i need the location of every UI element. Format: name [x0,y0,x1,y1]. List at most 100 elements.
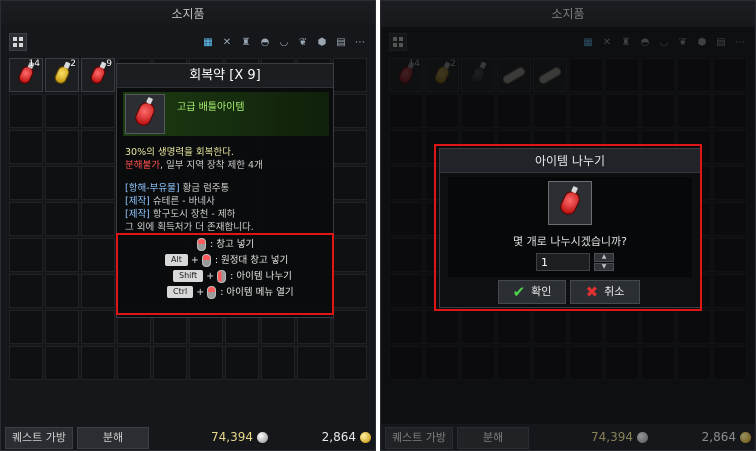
silver-value: 74,394 [591,430,633,444]
inventory-slot[interactable] [81,130,115,164]
scroll-icon[interactable]: ▤ [334,35,348,49]
gold-coin-icon [740,431,751,443]
inventory-slot[interactable] [81,166,115,200]
inventory-slot[interactable] [333,238,367,272]
inventory-slot[interactable] [9,202,43,236]
inventory-slot[interactable] [45,310,79,344]
leaf-icon[interactable]: ❦ [296,35,310,49]
gold-amount: 2,864 [702,427,751,447]
inventory-slot[interactable] [45,130,79,164]
more-icon[interactable]: ⋯ [353,35,367,49]
decompose-button[interactable]: 분해 [457,427,529,449]
decompose-button[interactable]: 분해 [77,427,149,449]
inventory-slot[interactable] [9,274,43,308]
source-line: [항해-부유물] 황금 럼주통 [125,183,230,194]
left-click-icon [217,269,227,283]
inventory-slot[interactable] [333,94,367,128]
inventory-slot[interactable] [45,238,79,272]
inventory-slot[interactable]: 2 [45,58,79,92]
gold-value: 2,864 [701,430,736,444]
sort-grid-button[interactable] [9,33,27,51]
inventory-slot[interactable] [45,166,79,200]
quest-bag-button[interactable]: 퀘스트 가방 [5,427,73,449]
silver-amount: 74,394 [211,427,268,447]
split-quantity-input[interactable] [536,253,590,271]
inventory-slot[interactable] [333,202,367,236]
dialog-title: 아이템 나누기 [440,149,700,173]
item-quantity: 9 [106,59,112,69]
item-grade: 고급 배틀아이템 [177,102,245,113]
inventory-slot[interactable] [81,274,115,308]
inventory-slot[interactable] [81,238,115,272]
inventory-slot[interactable] [9,346,43,380]
inventory-slot[interactable] [9,166,43,200]
inventory-footer: 퀘스트 가방 분해 74,394 2,864 [1,424,375,450]
cancel-button[interactable]: ✖ 취소 [570,280,640,304]
source-line: [제작] 항구도시 장천 - 제하 [125,209,236,220]
decrement-button[interactable]: ▼ [594,262,614,271]
inventory-slot[interactable] [45,202,79,236]
inventory-slot[interactable] [333,166,367,200]
item-tooltip: 회복약 [X 9] 고급 배틀아이템 30%의 생명력을 회복한다. 분해불가,… [116,63,334,318]
inventory-slot[interactable] [45,346,79,380]
split-question: 몇 개로 나누시겠습니까? [512,235,628,248]
close-icon: ✖ [585,283,599,301]
inventory-slot[interactable] [333,274,367,308]
help-row-alt: Alt + : 원정대 창고 넣기 [117,252,333,268]
inventory-title: 소지품 [381,1,755,27]
potion-icon [125,94,165,134]
gold-amount: 2,864 [322,427,371,447]
gem-icon[interactable]: ⬢ [315,35,329,49]
confirm-button[interactable]: ✔ 확인 [498,280,566,304]
gold-value: 2,864 [321,430,356,444]
inventory-slot[interactable] [9,94,43,128]
potion-icon [52,64,72,86]
alt-key: Alt [165,254,188,266]
gold-coin-icon [360,431,371,443]
inventory-slot[interactable] [117,346,151,380]
swords-icon[interactable]: ✕ [220,35,234,49]
inventory-slot[interactable] [153,346,187,380]
bowl-icon[interactable]: ◡ [277,35,291,49]
grid-icon[interactable]: ▦ [201,35,215,49]
inventory-slot[interactable] [333,130,367,164]
inventory-slot[interactable] [333,346,367,380]
inventory-slot[interactable] [81,94,115,128]
help-row-ctrl: Ctrl + : 아이템 메뉴 열기 [117,284,333,300]
inventory-slot[interactable]: 14 [9,58,43,92]
inventory-slot[interactable] [225,346,259,380]
hat-icon[interactable]: ◓ [258,35,272,49]
no-disassemble: 분해불가 [125,160,160,171]
tooltip-description: 30%의 생명력을 회복한다. 분해불가, 일부 지역 장착 제한 4개 [125,146,263,172]
quest-bag-button[interactable]: 퀘스트 가방 [385,427,453,449]
inventory-slot[interactable] [261,346,295,380]
armor-icon[interactable]: ♜ [239,35,253,49]
source-more: 그 외에 획득처가 더 존재합니다. [125,222,254,233]
quantity-stepper: ▲ ▼ [594,253,614,271]
inventory-slot[interactable] [45,94,79,128]
inventory-slot[interactable] [81,346,115,380]
split-item-dialog: 아이템 나누기 몇 개로 나누시겠습니까? ▲ ▼ ✔ 확인 ✖ 취소 [439,148,701,308]
inventory-slot[interactable] [9,238,43,272]
inventory-slot[interactable] [45,274,79,308]
inventory-slot[interactable] [81,202,115,236]
inventory-slot[interactable]: 9 [81,58,115,92]
potion-icon [88,64,108,86]
right-click-icon [197,237,206,251]
cancel-label: 취소 [604,285,625,298]
potion-icon [548,181,592,225]
inventory-slot[interactable] [81,310,115,344]
inventory-toolbar: ▦ ✕ ♜ ◓ ◡ ❦ ⬢ ▤ ⋯ [1,29,375,55]
inventory-slot[interactable] [333,310,367,344]
right-click-icon [201,253,211,267]
right-click-icon [207,285,217,299]
increment-button[interactable]: ▲ [594,253,614,262]
inventory-slot[interactable] [9,310,43,344]
ctrl-key: Ctrl [167,286,194,298]
inventory-slot[interactable] [189,346,223,380]
inventory-slot[interactable] [333,58,367,92]
tooltip-title: 회복약 [X 9] [117,64,333,88]
item-quantity: 14 [28,59,40,69]
inventory-slot[interactable] [9,130,43,164]
inventory-slot[interactable] [297,346,331,380]
